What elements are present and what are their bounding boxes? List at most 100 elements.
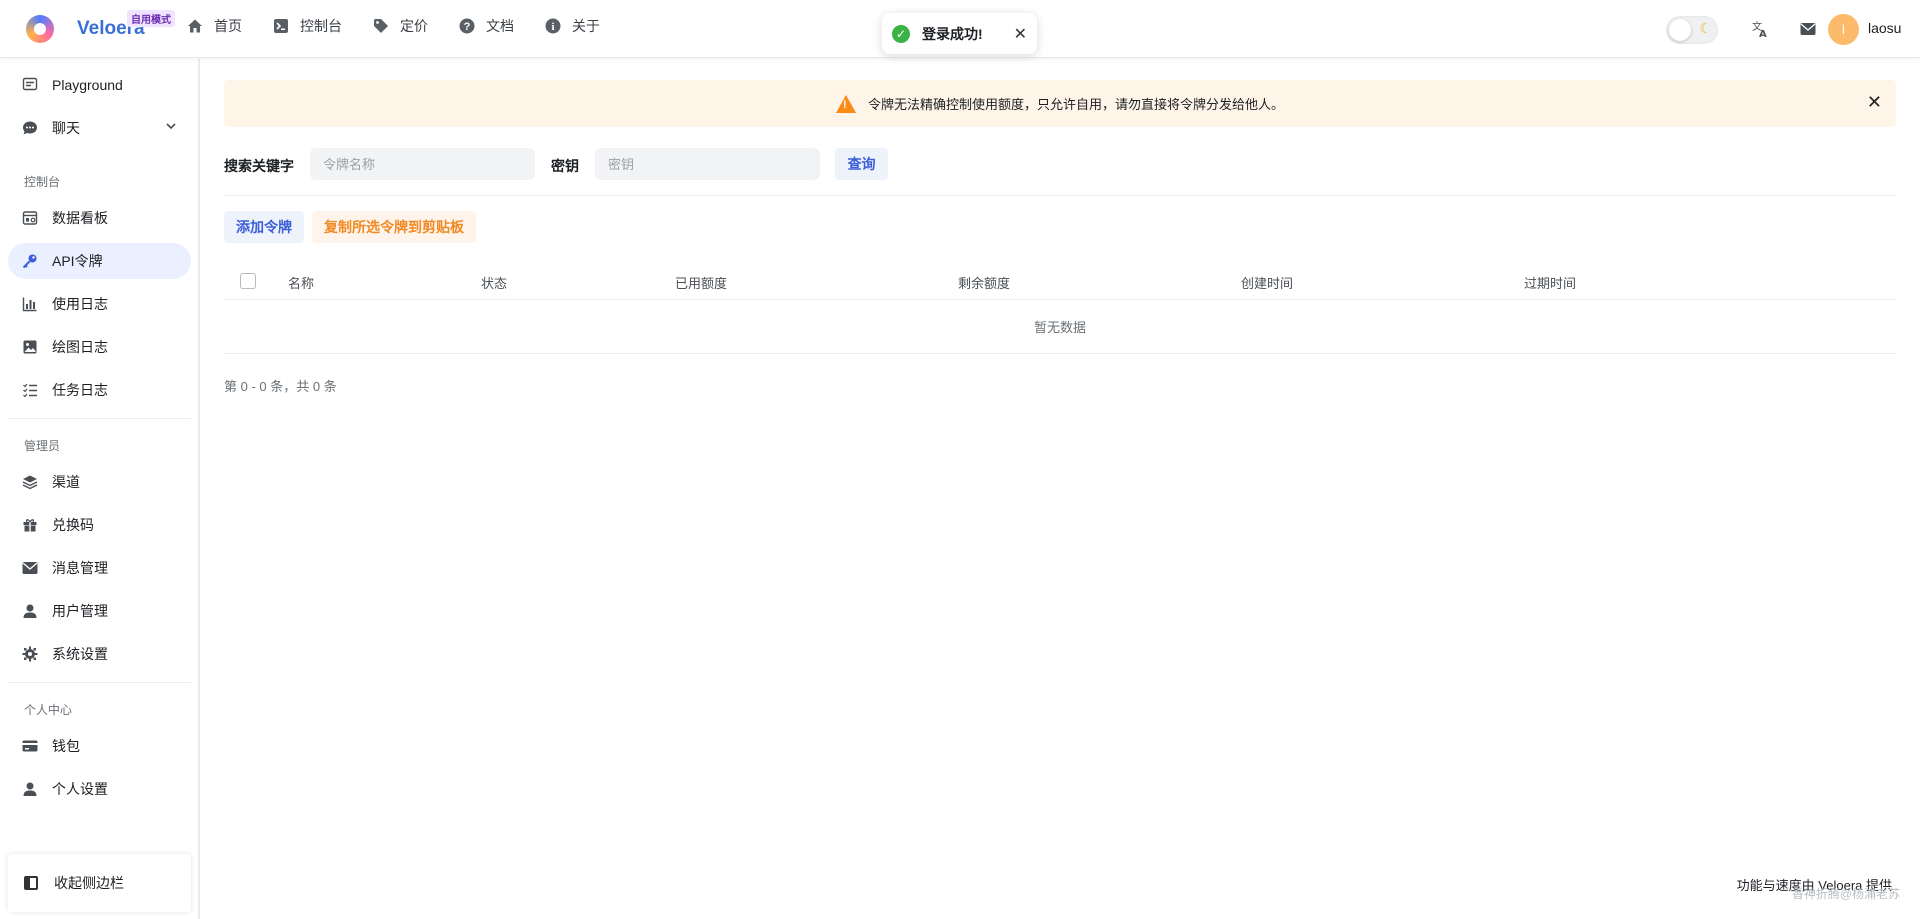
nav-pricing[interactable]: 定价	[372, 16, 428, 36]
watermark: 香神折腾@杨浦老苏	[1791, 887, 1900, 901]
nav-home-label: 首页	[214, 18, 242, 34]
token-name-search-input[interactable]	[310, 148, 535, 180]
query-button[interactable]: 查询	[835, 148, 888, 180]
tag-icon	[372, 17, 390, 35]
warning-banner: ! 令牌无法精确控制使用额度，只允许自用，请勿直接将令牌分发给他人。 ✕	[224, 80, 1896, 127]
sidebar-group-personal: 个人中心	[24, 703, 73, 717]
sidebar-item-drawing-log[interactable]: 绘图日志	[8, 329, 191, 365]
sidebar-item-label: 聊天	[52, 120, 80, 136]
select-all-checkbox[interactable]	[240, 273, 256, 289]
column-header-used-quota[interactable]: 已用额度	[675, 273, 727, 292]
sidebar-divider	[8, 418, 191, 419]
nav-docs[interactable]: ? 文档	[458, 16, 514, 36]
add-token-button[interactable]: 添加令牌	[224, 211, 304, 243]
svg-text:A: A	[1759, 29, 1767, 38]
sidebar-item-label: 渠道	[52, 474, 80, 490]
column-header-expire-time[interactable]: 过期时间	[1524, 273, 1576, 292]
chat-bubble-icon	[21, 120, 38, 137]
sidebar-item-label: 数据看板	[52, 210, 108, 226]
sidebar-item-label: 消息管理	[52, 560, 108, 576]
nav-pricing-label: 定价	[400, 18, 428, 34]
gift-icon	[21, 517, 38, 534]
toast-message: 登录成功!	[922, 25, 983, 42]
message-square-icon	[21, 77, 38, 94]
moon-icon: ☾	[1699, 20, 1712, 36]
sidebar-item-label: 兑换码	[52, 517, 94, 533]
sidebar-item-channel[interactable]: 渠道	[8, 464, 191, 500]
sidebar-group-console: 控制台	[24, 175, 61, 189]
chevron-down-icon	[165, 119, 177, 135]
sidebar-item-label: 绘图日志	[52, 339, 108, 355]
banner-close-icon[interactable]: ✕	[1867, 92, 1882, 113]
sidebar-divider	[8, 682, 191, 683]
layers-icon	[21, 474, 38, 491]
collapse-label: 收起侧边栏	[54, 875, 124, 891]
nav-docs-label: 文档	[486, 18, 514, 34]
sidebar-group-admin: 管理员	[24, 439, 61, 453]
nav-console-label: 控制台	[300, 18, 342, 34]
collapse-sidebar-button[interactable]: 收起侧边栏	[8, 854, 191, 912]
sidebar-item-system-settings[interactable]: 系统设置	[8, 636, 191, 672]
key-label: 密钥	[551, 158, 579, 174]
image-icon	[21, 339, 38, 356]
bar-chart-icon	[21, 296, 38, 313]
sidebar-item-label: 个人设置	[52, 781, 108, 797]
user-icon	[21, 781, 38, 798]
sidebar-item-label: 任务日志	[52, 382, 108, 398]
sidebar-collapse-icon	[24, 876, 38, 890]
copy-selected-tokens-button[interactable]: 复制所选令牌到剪贴板	[312, 211, 476, 243]
sidebar-item-wallet[interactable]: 钱包	[8, 728, 191, 764]
section-divider	[224, 195, 1896, 196]
pagination-info: 第 0 - 0 条，共 0 条	[224, 379, 337, 394]
sidebar-item-personal-settings[interactable]: 个人设置	[8, 771, 191, 807]
login-success-toast: ✓ 登录成功! ✕	[882, 13, 1037, 54]
terminal-icon	[272, 17, 290, 35]
sidebar-item-playground[interactable]: Playground	[8, 67, 191, 103]
toggle-knob	[1669, 19, 1691, 41]
key-search-input[interactable]	[595, 148, 820, 180]
dashboard-icon	[21, 210, 38, 227]
toast-close-icon[interactable]: ✕	[1014, 24, 1027, 44]
column-header-remaining-quota[interactable]: 剩余额度	[958, 273, 1010, 292]
veloera-logo[interactable]	[26, 15, 54, 43]
username[interactable]: laosu	[1868, 20, 1901, 36]
checklist-icon	[21, 382, 38, 399]
mode-badge: 自用模式	[127, 10, 175, 27]
sidebar-item-label: 钱包	[52, 738, 80, 754]
keyword-label: 搜索关键字	[224, 158, 294, 174]
sidebar-item-redeem-code[interactable]: 兑换码	[8, 507, 191, 543]
table-empty-state: 暂无数据	[224, 300, 1896, 354]
user-avatar[interactable]: l	[1828, 14, 1859, 45]
column-header-name[interactable]: 名称	[288, 273, 314, 292]
column-header-created-time[interactable]: 创建时间	[1241, 273, 1293, 292]
sidebar-item-message-mgmt[interactable]: 消息管理	[8, 550, 191, 586]
svg-text:?: ?	[464, 21, 471, 33]
home-icon	[186, 17, 204, 35]
envelope-icon	[21, 560, 38, 577]
sidebar-item-api-token[interactable]: API令牌	[8, 243, 191, 279]
nav-about[interactable]: i 关于	[544, 16, 600, 36]
help-circle-icon: ?	[458, 17, 476, 35]
sidebar-item-label: 使用日志	[52, 296, 108, 312]
mail-icon[interactable]	[1798, 19, 1818, 39]
sidebar: Playground 聊天 控制台 数据看板 API令牌 使用日志 绘图日志 任…	[0, 59, 200, 919]
translate-icon[interactable]: 文A	[1750, 19, 1770, 39]
nav-console[interactable]: 控制台	[272, 16, 342, 36]
sidebar-item-chat[interactable]: 聊天	[8, 110, 191, 146]
sidebar-item-task-log[interactable]: 任务日志	[8, 372, 191, 408]
theme-toggle[interactable]: ☾	[1666, 16, 1718, 44]
svg-text:i: i	[551, 21, 554, 33]
main-nav: 首页 控制台 定价 ? 文档 i 关于	[186, 0, 630, 52]
table-header: 名称 状态 已用额度 剩余额度 创建时间 过期时间	[224, 263, 1896, 300]
credit-card-icon	[21, 738, 38, 755]
nav-home[interactable]: 首页	[186, 16, 242, 36]
info-icon: i	[544, 17, 562, 35]
key-icon	[21, 253, 38, 270]
sidebar-item-label: API令牌	[52, 253, 103, 269]
sidebar-item-label: 系统设置	[52, 646, 108, 662]
sidebar-item-dashboard[interactable]: 数据看板	[8, 200, 191, 236]
sidebar-item-user-mgmt[interactable]: 用户管理	[8, 593, 191, 629]
user-icon	[21, 603, 38, 620]
sidebar-item-usage-log[interactable]: 使用日志	[8, 286, 191, 322]
column-header-status[interactable]: 状态	[481, 273, 507, 292]
